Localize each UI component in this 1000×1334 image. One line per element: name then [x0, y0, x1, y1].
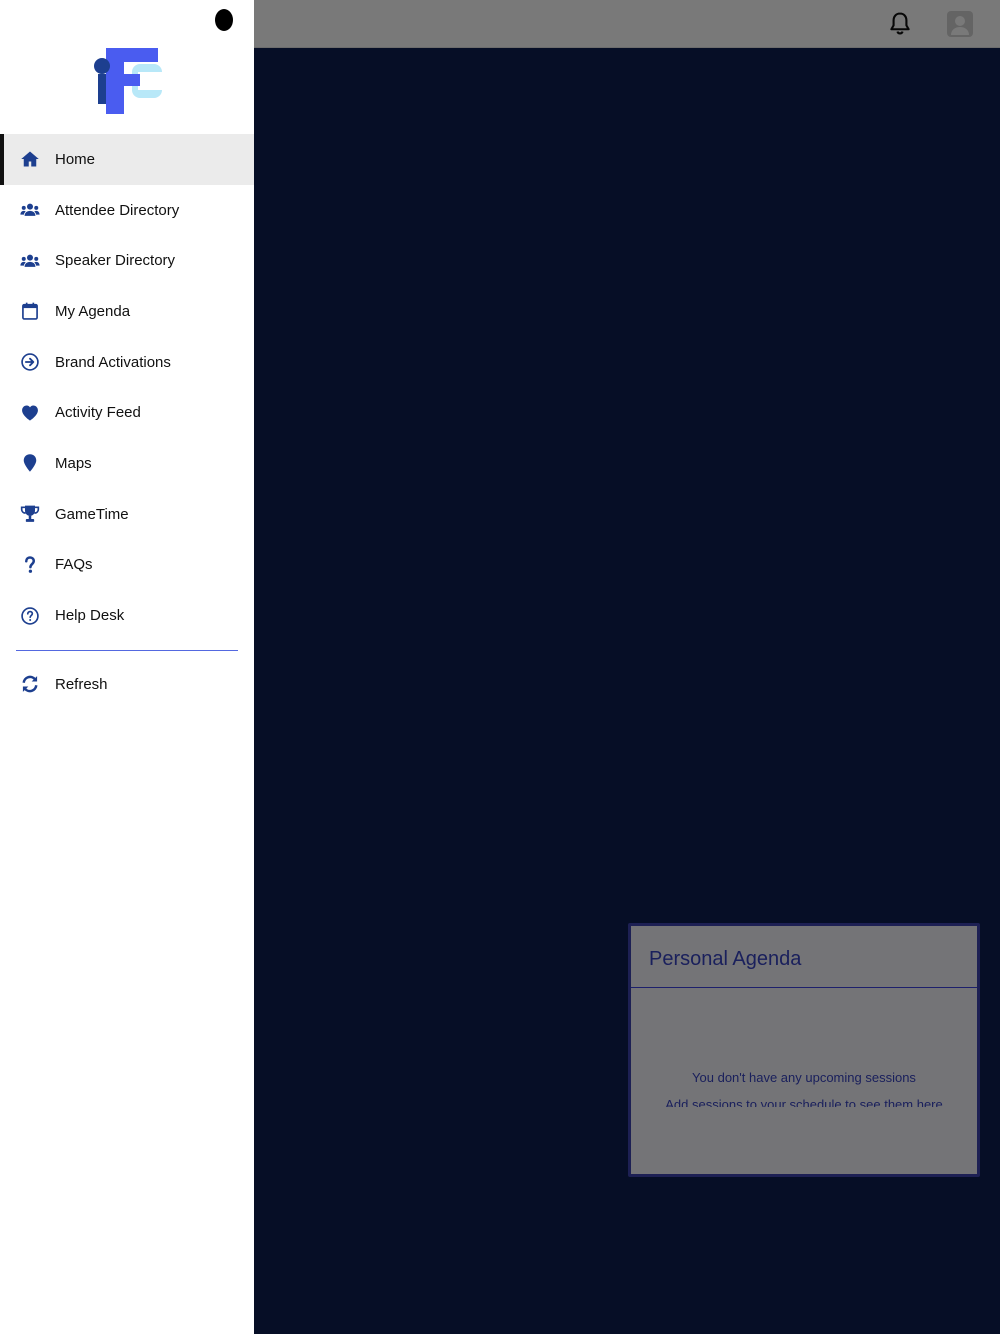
question-circle-icon: [19, 605, 41, 627]
nav-item-faqs[interactable]: FAQs: [0, 540, 254, 591]
nav-item-maps[interactable]: Maps: [0, 438, 254, 489]
navigation-drawer: Home Attendee Directory Speaker Director…: [0, 0, 254, 1334]
calendar-icon: [19, 300, 41, 322]
question-icon: [19, 554, 41, 576]
nav-label-gametime: GameTime: [55, 505, 129, 523]
nav-label-activity-feed: Activity Feed: [55, 404, 141, 422]
nav-item-gametime[interactable]: GameTime: [0, 489, 254, 540]
nav-item-my-agenda[interactable]: My Agenda: [0, 286, 254, 337]
nav-list: Home Attendee Directory Speaker Director…: [0, 134, 254, 641]
nav-item-activity-feed[interactable]: Activity Feed: [0, 387, 254, 438]
nav-item-brand-activations[interactable]: Brand Activations: [0, 337, 254, 388]
camera-dot: [215, 9, 233, 31]
nav-divider: [16, 650, 238, 651]
nav-label-help-desk: Help Desk: [55, 607, 125, 625]
nav-label-my-agenda: My Agenda: [55, 302, 131, 320]
nav-label-brand-activations: Brand Activations: [55, 353, 171, 371]
nav-label-home: Home: [55, 150, 96, 168]
nav-label-refresh: Refresh: [55, 675, 108, 693]
map-pin-icon: [19, 452, 41, 474]
nav-item-home[interactable]: Home: [0, 134, 254, 185]
users-icon: [19, 199, 41, 221]
nav-label-faqs: FAQs: [55, 556, 93, 574]
nav-label-speaker-directory: Speaker Directory: [55, 252, 176, 270]
app-logo: [94, 48, 164, 114]
heart-icon: [19, 402, 41, 424]
nav-label-maps: Maps: [55, 454, 92, 472]
refresh-icon: [19, 673, 41, 695]
trophy-icon: [19, 503, 41, 525]
nav-item-attendee-directory[interactable]: Attendee Directory: [0, 185, 254, 236]
nav-label-attendee-directory: Attendee Directory: [55, 201, 180, 219]
arrow-circle-right-icon: [19, 351, 41, 373]
home-icon: [19, 148, 41, 170]
users-icon: [19, 250, 41, 272]
nav-item-speaker-directory[interactable]: Speaker Directory: [0, 235, 254, 286]
nav-item-refresh[interactable]: Refresh: [0, 659, 254, 709]
nav-item-help-desk[interactable]: Help Desk: [0, 590, 254, 641]
